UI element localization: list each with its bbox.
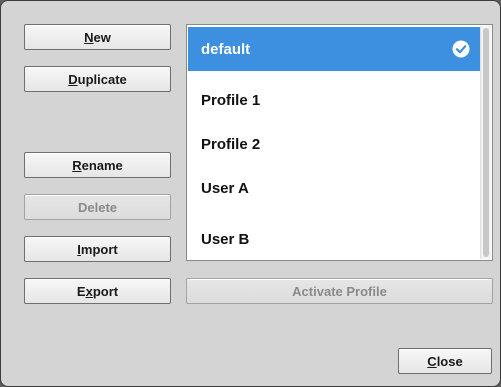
profile-item-user-b[interactable]: User B: [188, 217, 480, 260]
rename-label-rest: ename: [81, 157, 123, 173]
profile-item-profile-1[interactable]: Profile 1: [188, 78, 480, 122]
profile-item-label: Profile 2: [201, 135, 261, 153]
close-label-rest: lose: [436, 353, 463, 369]
new-label-rest: ew: [93, 29, 111, 45]
activate-profile-label: Activate Profile: [292, 283, 387, 299]
delete-button[interactable]: Delete: [24, 194, 171, 220]
list-scrollbar-thumb[interactable]: [483, 28, 489, 257]
duplicate-label-rest: uplicate: [77, 71, 127, 87]
profile-item-profile-2[interactable]: Profile 2: [188, 122, 480, 166]
delete-label: Delete: [77, 199, 118, 215]
rename-label-mnemonic: R: [72, 157, 82, 173]
rename-button[interactable]: Rename: [24, 152, 171, 178]
profile-manager-dialog: New Duplicate Rename Delete Import Ex por…: [0, 0, 501, 387]
profile-item-user-a[interactable]: User A: [188, 166, 480, 210]
import-button[interactable]: Import: [24, 236, 171, 262]
duplicate-label-mnemonic: D: [68, 71, 78, 87]
profile-item-label: User A: [201, 179, 249, 197]
import-label-rest: mport: [80, 241, 118, 257]
activate-profile-button[interactable]: Activate Profile: [186, 278, 493, 304]
check-circle-icon: [452, 40, 470, 58]
profile-item-label: User B: [201, 230, 250, 248]
new-button[interactable]: New: [24, 24, 171, 50]
new-label-mnemonic: N: [84, 29, 94, 45]
profile-item-default[interactable]: default: [188, 27, 480, 71]
close-label-mnemonic: C: [427, 353, 437, 369]
export-label-rest: port: [92, 283, 119, 299]
export-label-mnemonic: x: [85, 283, 93, 299]
profile-item-label: default: [201, 40, 251, 58]
duplicate-button[interactable]: Duplicate: [24, 66, 171, 92]
profile-item-label: Profile 1: [201, 91, 261, 109]
export-button[interactable]: Ex port: [24, 278, 171, 304]
profile-list[interactable]: default Profile 1 Profile 2 User A User …: [186, 24, 493, 261]
close-button[interactable]: Close: [398, 348, 492, 374]
export-label-prefix: E: [76, 283, 86, 299]
list-scrollbar[interactable]: [480, 26, 491, 259]
